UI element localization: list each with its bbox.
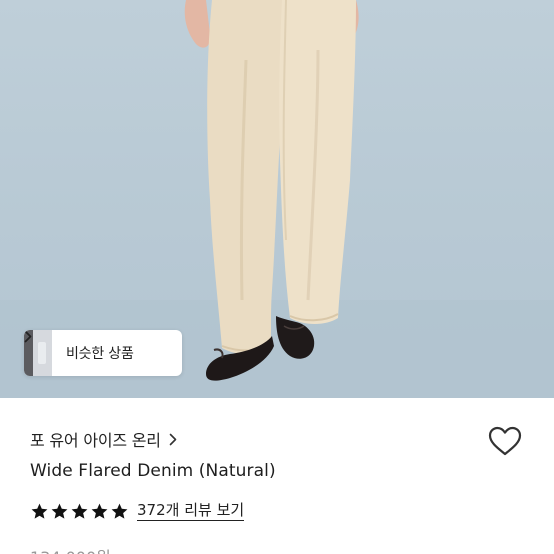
store-name: 포 유어 아이즈 온리 <box>30 431 161 450</box>
rating-stars <box>30 502 129 521</box>
wishlist-button[interactable] <box>486 426 524 460</box>
star-filled-icon <box>30 502 49 521</box>
reviews-link[interactable]: 372개 리뷰 보기 <box>137 501 245 521</box>
star-filled-icon <box>110 502 129 521</box>
store-link[interactable]: 포 유어 아이즈 온리 <box>30 427 177 451</box>
star-filled-icon <box>70 502 89 521</box>
product-title: Wide Flared Denim (Natural) <box>30 461 276 481</box>
product-photo[interactable]: 비슷한 상품 <box>0 0 554 398</box>
star-filled-icon <box>50 502 69 521</box>
star-filled-icon <box>90 502 109 521</box>
product-price: 134,000원 <box>30 544 111 554</box>
chevron-right-icon <box>24 330 152 360</box>
chevron-right-icon <box>169 433 177 446</box>
similar-products-label: 비슷한 상품 <box>66 346 134 362</box>
heart-outline-icon <box>487 425 523 461</box>
rating-row: 372개 리뷰 보기 <box>30 499 245 523</box>
similar-products-button[interactable]: 비슷한 상품 <box>24 330 182 376</box>
